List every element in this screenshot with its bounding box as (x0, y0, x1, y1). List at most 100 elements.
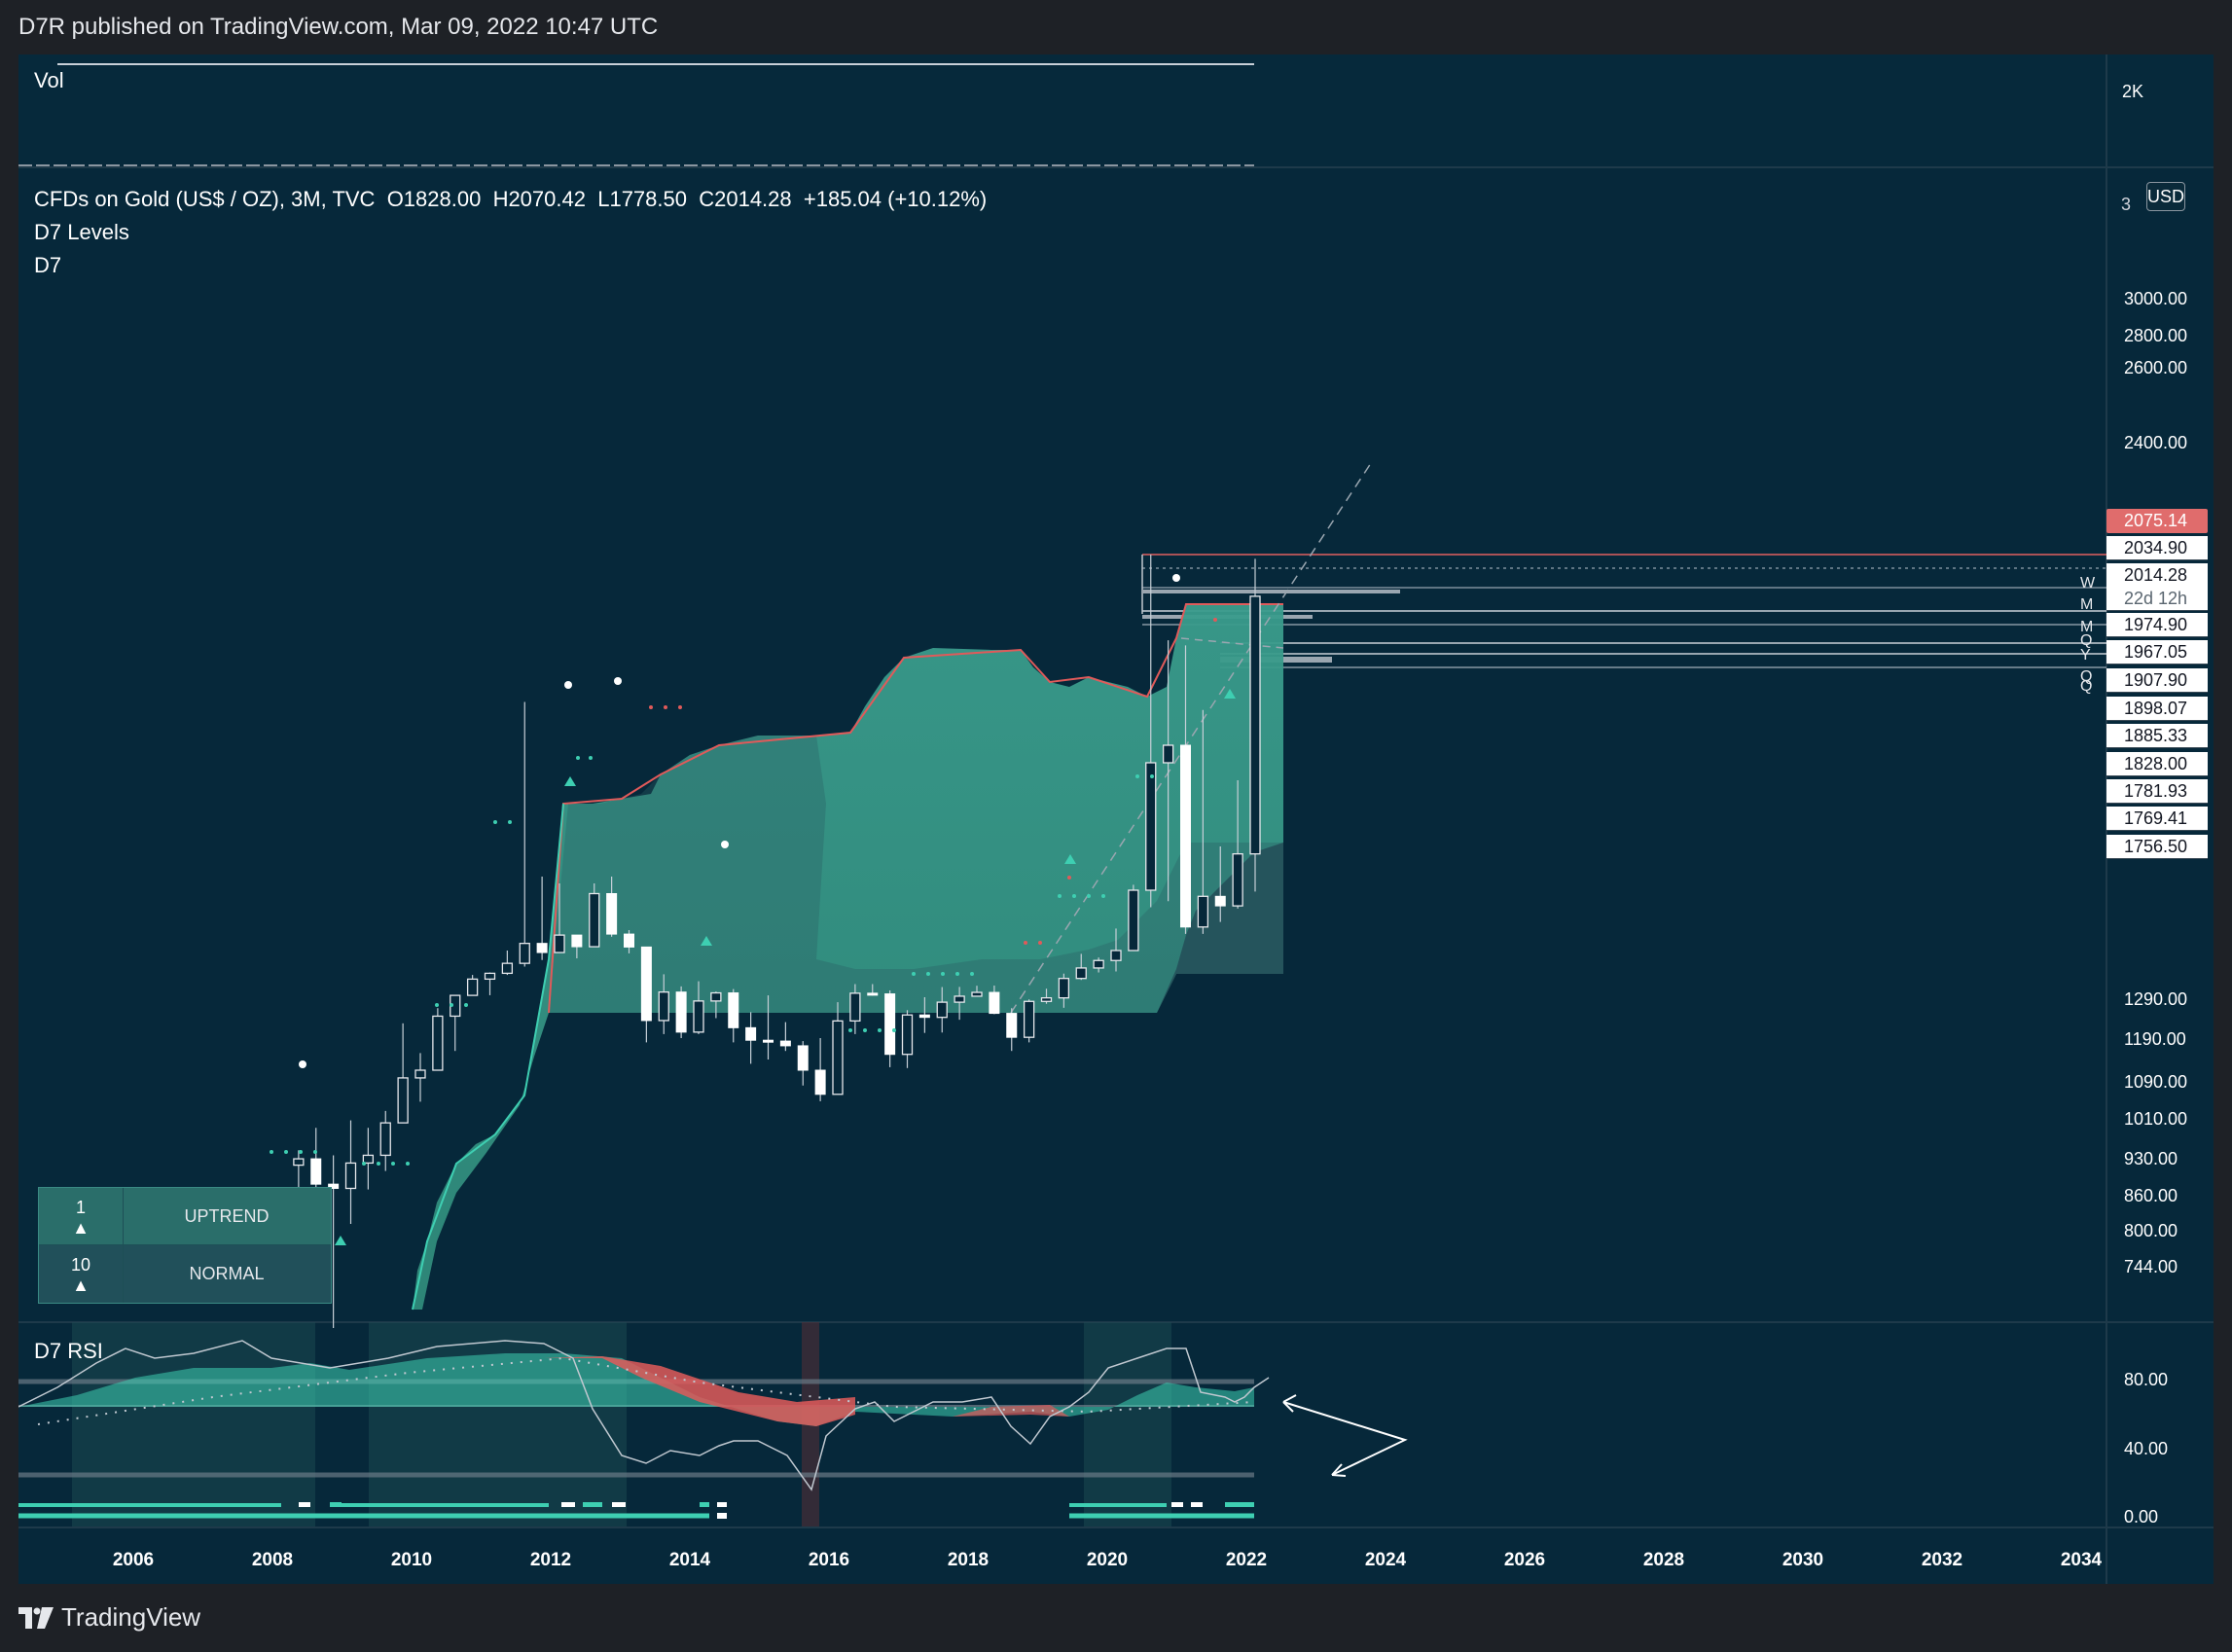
x-tick-label: 2024 (1365, 1550, 1407, 1570)
y-tick-label: 2400.00 (2124, 433, 2187, 452)
candle-body (1023, 1000, 1035, 1038)
candle-body (1058, 978, 1070, 999)
y-tick-label: 744.00 (2124, 1257, 2178, 1276)
candle-body (432, 1015, 444, 1071)
candle-body (466, 978, 479, 996)
y-tick-label: 800.00 (2124, 1221, 2178, 1240)
candle-body (536, 943, 548, 953)
candle (344, 1120, 357, 1224)
candle-body (867, 992, 879, 996)
candle-body (554, 934, 565, 953)
candle-body (519, 943, 530, 964)
trend-table-row: 1 ▲ UPTREND (39, 1188, 331, 1245)
vol-axis-label: 2K (2122, 82, 2144, 101)
candle (901, 1010, 914, 1068)
tradingview-logo-icon (18, 1606, 54, 1629)
price-tag: 1907.90 (2106, 668, 2208, 693)
x-tick-label: 2020 (1087, 1550, 1128, 1570)
price-tag: 1898.07 (2106, 697, 2208, 721)
candle-body (414, 1069, 426, 1079)
candle (728, 988, 739, 1043)
candle-body (745, 1026, 757, 1041)
x-tick-label: 2006 (113, 1550, 154, 1570)
indicator-d7[interactable]: D7 (34, 253, 61, 278)
candle (466, 975, 479, 996)
price-tag: 1967.05 (2106, 640, 2208, 664)
price-tag: 2034.90 (2106, 536, 2208, 560)
price-tag: 1885.33 (2106, 724, 2208, 748)
trend-num: 1 (75, 1198, 86, 1217)
candle-body (1110, 950, 1122, 961)
candle (484, 972, 496, 995)
brand-name: TradingView (61, 1602, 201, 1632)
indicator-d7-levels[interactable]: D7 Levels (34, 220, 129, 245)
vol-pane-bg (18, 54, 2214, 167)
buy-signal (564, 776, 576, 786)
trend-status: UPTREND (184, 1206, 270, 1226)
candle (1249, 558, 1261, 892)
candle (779, 1022, 791, 1052)
symbol-legend[interactable]: CFDs on Gold (US$ / OZ), 3M, TVC O1828.0… (34, 187, 987, 212)
hand-drawn-arrow (1282, 1401, 1408, 1476)
price-tag: 1781.93 (2106, 779, 2208, 804)
footer-bar (0, 1584, 2232, 1652)
candle-body (849, 992, 861, 1023)
chart-canvas[interactable]: 2006 2008 2010 2012 2014 2016 2018 2020 2022 2024… (18, 54, 2214, 1584)
partial-top-tick: 3 (2121, 195, 2132, 214)
candle-body (571, 934, 583, 948)
candle-body (693, 1000, 704, 1033)
candle-body (310, 1158, 322, 1185)
trend-status: NORMAL (189, 1264, 265, 1283)
candle-body (954, 995, 965, 1003)
time-axis: 2006 2008 2010 2012 2014 2016 2018 2020 2022 2024… (113, 1550, 2103, 1570)
x-tick-label: 2030 (1782, 1550, 1823, 1570)
currency-button[interactable]: USD (2146, 182, 2185, 211)
candle-body (344, 1162, 357, 1190)
rsi-label: D7 RSI (34, 1339, 103, 1363)
candle-body (1232, 853, 1243, 907)
candle-body (589, 892, 600, 948)
candle (536, 877, 548, 960)
peak-dot (299, 1060, 306, 1068)
candle-body (918, 1014, 930, 1019)
tradingview-logo[interactable]: TradingView (18, 1602, 200, 1633)
candle (379, 1110, 391, 1171)
candle-body (797, 1045, 809, 1071)
trend-table-row: 10 ▲ NORMAL (39, 1245, 331, 1303)
candle-body (293, 1158, 305, 1167)
rsi-tick-label: 0.00 (2124, 1507, 2158, 1526)
level-lines (1141, 554, 2106, 668)
candle (1006, 1008, 1018, 1052)
candle-body (832, 1020, 844, 1095)
ohlc-open: O1828.00 (386, 187, 482, 211)
y-tick-label: 1090.00 (2124, 1072, 2187, 1092)
candle-body (640, 946, 652, 1022)
candle-body (1180, 744, 1191, 928)
ohlc-close: C2014.28 (699, 187, 792, 211)
peak-dot (1172, 574, 1180, 582)
candle (832, 1002, 844, 1095)
x-tick-label: 2010 (391, 1550, 432, 1570)
candle-body (936, 1001, 948, 1019)
x-tick-label: 2034 (2061, 1550, 2103, 1570)
candle-body (728, 992, 739, 1028)
candle-body (971, 991, 983, 997)
candle-body (1093, 959, 1104, 969)
candle-body (658, 991, 669, 1022)
price-tag: 22d 12h (2106, 587, 2208, 611)
candle-body (624, 933, 634, 948)
peak-dot (721, 841, 729, 848)
candle (501, 951, 514, 976)
trend-table-cell: 1 ▲ (39, 1188, 124, 1244)
candle-body (814, 1069, 826, 1095)
ohlc-high: H2070.42 (492, 187, 586, 211)
trend-table: 1 ▲ UPTREND 10 ▲ NORMAL (38, 1187, 332, 1304)
candle-body (379, 1122, 391, 1157)
price-axis: 3000.00 2800.00 2600.00 2400.00 1290.00 1190.… (2124, 289, 2187, 1526)
x-tick-label: 2022 (1226, 1550, 1267, 1570)
candle-body (1197, 895, 1209, 928)
candle-body (501, 962, 514, 975)
y-tick-label: 930.00 (2124, 1149, 2178, 1168)
price-tag: 1769.41 (2106, 807, 2208, 831)
candle (414, 1053, 426, 1102)
